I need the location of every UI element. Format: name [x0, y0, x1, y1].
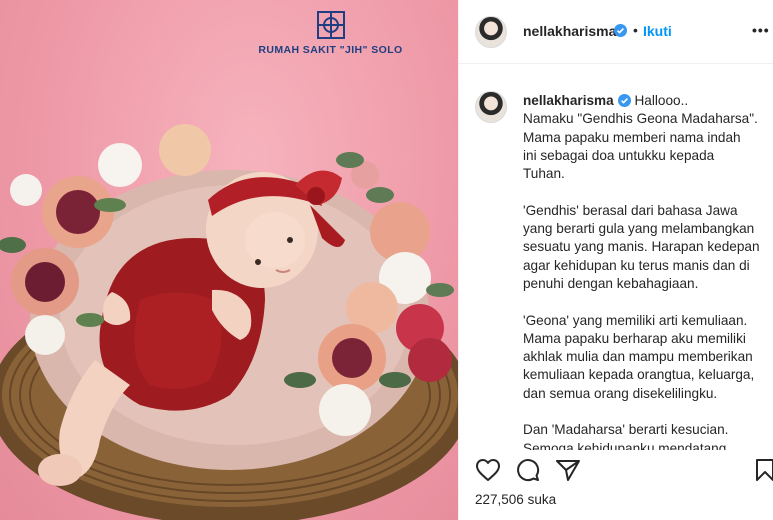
- likes-count[interactable]: 227,506 suka: [475, 492, 556, 507]
- post-actions-bar: [459, 452, 773, 492]
- caption-line: agar kehidupan ku terus manis dan di: [523, 257, 750, 273]
- post-author-username[interactable]: nellakharisma: [523, 23, 616, 39]
- caption-line: Mama papaku memberi nama indah: [523, 129, 741, 145]
- hospital-watermark: RUMAH SAKIT "JIH" SOLO: [258, 10, 403, 56]
- avatar[interactable]: [475, 16, 507, 48]
- more-options-icon[interactable]: •••: [752, 22, 770, 38]
- caption-line: ini sebagai doa untukku kepada: [523, 147, 715, 163]
- caption-text: Hallooo.. Namaku "Gendhis Geona Madahars…: [523, 93, 760, 450]
- caption-line: Tuhan.: [523, 166, 565, 182]
- post-side-panel: nellakharisma • Ikuti ••• nellakharisma …: [458, 0, 773, 520]
- caption-line: yang berarti gula yang melambangkan: [523, 221, 755, 237]
- caption-area: nellakharisma Hallooo.. Namaku "Gendhis …: [459, 65, 773, 450]
- caption-line: Semoga kehidupanku mendatang: [523, 440, 727, 450]
- post-header: nellakharisma • Ikuti •••: [459, 0, 773, 64]
- heart-icon[interactable]: [475, 458, 501, 482]
- verified-badge-icon: [617, 94, 631, 107]
- caption-line: akhlak mulia dan mampu memberikan: [523, 349, 753, 365]
- hospital-logo-icon: [316, 11, 345, 39]
- likes-number: 227,506: [475, 492, 524, 507]
- separator-dot: •: [633, 22, 638, 38]
- share-icon[interactable]: [555, 458, 581, 482]
- caption-line: sesuatu yang manis. Harapan kedepan: [523, 239, 760, 255]
- caption-line: Hallooo..: [634, 93, 689, 108]
- bookmark-icon[interactable]: [755, 458, 773, 482]
- comment-icon[interactable]: [515, 458, 541, 482]
- watermark-text: RUMAH SAKIT "JIH" SOLO: [258, 44, 403, 56]
- caption-line: dan semua orang disekelilingku.: [523, 385, 718, 401]
- likes-suffix: suka: [527, 492, 557, 507]
- caption-line: Namaku "Gendhis Geona Madaharsa".: [523, 111, 758, 127]
- caption-line: kemuliaan kepada orangtua, keluarga,: [523, 367, 755, 383]
- caption-line: Mama papaku berharap aku memiliki: [523, 330, 746, 346]
- caption-line: 'Geona' yang memiliki arti kemuliaan.: [523, 312, 748, 328]
- caption-username[interactable]: nellakharisma: [523, 93, 614, 108]
- caption-line: 'Gendhis' berasal dari bahasa Jawa: [523, 202, 738, 218]
- caption-line: Dan 'Madaharsa' berarti kesucian.: [523, 422, 729, 438]
- verified-badge-icon: [614, 24, 627, 37]
- caption-line: penuhi dengan kebahagiaan.: [523, 275, 699, 291]
- caption-avatar[interactable]: [475, 91, 507, 123]
- post-photo[interactable]: RUMAH SAKIT "JIH" SOLO: [0, 0, 458, 520]
- post-caption: nellakharisma Hallooo.. Namaku "Gendhis …: [523, 92, 770, 450]
- baby-in-basket-image: [0, 124, 458, 520]
- follow-button[interactable]: Ikuti: [643, 23, 672, 39]
